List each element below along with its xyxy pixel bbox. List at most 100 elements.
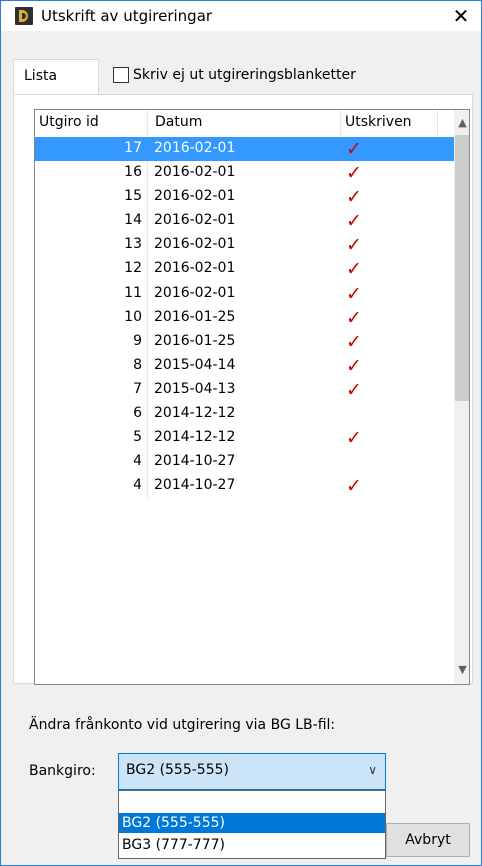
row-divider (147, 137, 148, 162)
row-divider (147, 281, 148, 306)
checkmark-icon: ✓ (346, 186, 362, 209)
row-id: 8 (133, 356, 142, 373)
table-row[interactable]: 10 2016-01-25 ✓ (35, 305, 455, 330)
row-id: 5 (133, 429, 142, 446)
row-divider (147, 161, 148, 186)
row-id: 12 (124, 260, 142, 277)
checkmark-icon: ✓ (346, 162, 362, 185)
row-date: 2016-02-01 (154, 140, 236, 156)
chevron-up-icon[interactable]: ▲ (454, 114, 469, 131)
skip-print-checkbox-row[interactable]: Skriv ej ut utgireringsblanketter (113, 67, 356, 87)
row-id: 10 (124, 308, 142, 325)
row-id: 16 (124, 164, 142, 181)
scrollbar-thumb[interactable] (455, 135, 469, 401)
row-divider (147, 450, 148, 475)
row-id: 17 (124, 140, 142, 156)
row-id: 9 (133, 332, 142, 349)
withdrawal-list[interactable]: Utgiro id Datum Utskriven 17 2016-02-01 … (34, 109, 470, 685)
row-date: 2014-12-12 (154, 405, 236, 422)
account-change-label: Ändra frånkonto vid utgirering via BG LB… (29, 717, 336, 733)
table-row[interactable]: 14 2016-02-01 ✓ (35, 209, 455, 234)
cancel-button[interactable]: Avbryt (386, 823, 470, 857)
row-date: 2016-02-01 (154, 236, 236, 253)
skip-print-checkbox-label: Skriv ej ut utgireringsblanketter (133, 67, 356, 83)
column-header-date[interactable]: Datum (155, 114, 202, 130)
checkmark-icon: ✓ (346, 282, 362, 305)
table-row[interactable]: 7 2015-04-13 ✓ (35, 377, 455, 403)
table-row[interactable]: 9 2016-01-25 ✓ (35, 329, 455, 354)
row-date: 2015-04-14 (154, 356, 236, 373)
title-bar: Utskrift av utgireringar ✕ (1, 1, 481, 31)
table-row[interactable]: 4 2014-10-27 ✓ (35, 474, 455, 499)
checkmark-icon: ✓ (346, 427, 362, 450)
row-divider (147, 402, 148, 427)
table-row[interactable]: 15 2016-02-01 ✓ (35, 185, 455, 210)
row-divider (147, 329, 148, 354)
column-header-printed[interactable]: Utskriven (345, 114, 412, 130)
row-date: 2016-02-01 (154, 212, 236, 229)
list-header: Utgiro id Datum Utskriven (35, 110, 455, 136)
checkmark-icon: ✓ (346, 330, 362, 353)
checkmark-icon: ✓ (346, 210, 362, 233)
checkmark-icon: ✓ (346, 475, 362, 498)
tab-lista[interactable]: Lista (13, 59, 99, 95)
table-row[interactable]: 11 2016-02-01 ✓ (35, 281, 455, 306)
table-row[interactable]: 13 2016-02-01 ✓ (35, 233, 455, 258)
table-row[interactable]: 6 2014-12-12 (35, 402, 455, 427)
checkmark-icon: ✓ (346, 258, 362, 281)
row-divider (147, 257, 148, 282)
dialog-window: Utskrift av utgireringar ✕ Lista Skriv e… (0, 0, 482, 866)
row-divider (147, 233, 148, 258)
checkmark-icon: ✓ (346, 354, 362, 377)
row-date: 2015-04-13 (154, 380, 236, 397)
row-divider (147, 305, 148, 330)
row-date: 2016-02-01 (154, 260, 236, 277)
checkmark-icon: ✓ (346, 306, 362, 329)
row-date: 2016-02-01 (154, 284, 236, 301)
row-id: 4 (133, 477, 142, 494)
vertical-scrollbar[interactable]: ▲ ▼ (454, 110, 469, 684)
row-date: 2014-12-12 (154, 429, 236, 446)
column-header-id[interactable]: Utgiro id (39, 114, 99, 130)
row-date: 2016-02-01 (154, 188, 236, 205)
column-divider[interactable] (147, 110, 148, 136)
tab-lista-label: Lista (24, 68, 58, 84)
row-id: 13 (124, 236, 142, 253)
bankgiro-select[interactable]: BG2 (555-555) ∨ (118, 753, 386, 790)
chevron-down-icon[interactable]: ▼ (454, 661, 469, 678)
column-divider[interactable] (437, 110, 438, 136)
dropdown-option-bg3[interactable]: BG3 (777-777) (119, 835, 385, 855)
checkmark-icon: ✓ (346, 378, 362, 401)
list-rows: 17 2016-02-01 ✓ 16 2016-02-01 ✓ 15 2016-… (35, 137, 455, 499)
row-id: 6 (133, 405, 142, 422)
row-id: 4 (133, 453, 142, 470)
row-id: 15 (124, 188, 142, 205)
app-logo-icon (15, 7, 33, 25)
checkmark-icon: ✓ (346, 138, 362, 160)
bankgiro-dropdown-list: BG2 (555-555) BG3 (777-777) (118, 790, 386, 859)
row-date: 2014-10-27 (154, 477, 236, 494)
row-id: 11 (124, 284, 142, 301)
table-row[interactable]: 5 2014-12-12 ✓ (35, 426, 455, 451)
window-title: Utskrift av utgireringar (41, 7, 213, 25)
table-row[interactable]: 16 2016-02-01 ✓ (35, 161, 455, 186)
bankgiro-selected-value: BG2 (555-555) (126, 762, 229, 778)
checkmark-icon: ✓ (346, 234, 362, 257)
table-row[interactable]: 17 2016-02-01 ✓ (35, 137, 455, 162)
table-row[interactable]: 8 2015-04-14 ✓ (35, 353, 455, 378)
row-date: 2016-02-01 (154, 164, 236, 181)
table-row[interactable]: 12 2016-02-01 ✓ (35, 257, 455, 282)
row-divider (147, 353, 148, 378)
dropdown-option-bg2[interactable]: BG2 (555-555) (119, 813, 385, 833)
close-button[interactable]: ✕ (441, 1, 481, 31)
table-row[interactable]: 4 2014-10-27 (35, 450, 455, 475)
row-id: 14 (124, 212, 142, 229)
row-divider (147, 209, 148, 234)
skip-print-checkbox[interactable] (113, 67, 129, 83)
column-divider[interactable] (340, 110, 341, 136)
row-date: 2016-01-25 (154, 332, 236, 349)
row-date: 2014-10-27 (154, 453, 236, 470)
row-date: 2016-01-25 (154, 308, 236, 325)
chevron-down-icon[interactable]: ∨ (368, 763, 377, 777)
dropdown-option-empty[interactable] (119, 793, 385, 813)
